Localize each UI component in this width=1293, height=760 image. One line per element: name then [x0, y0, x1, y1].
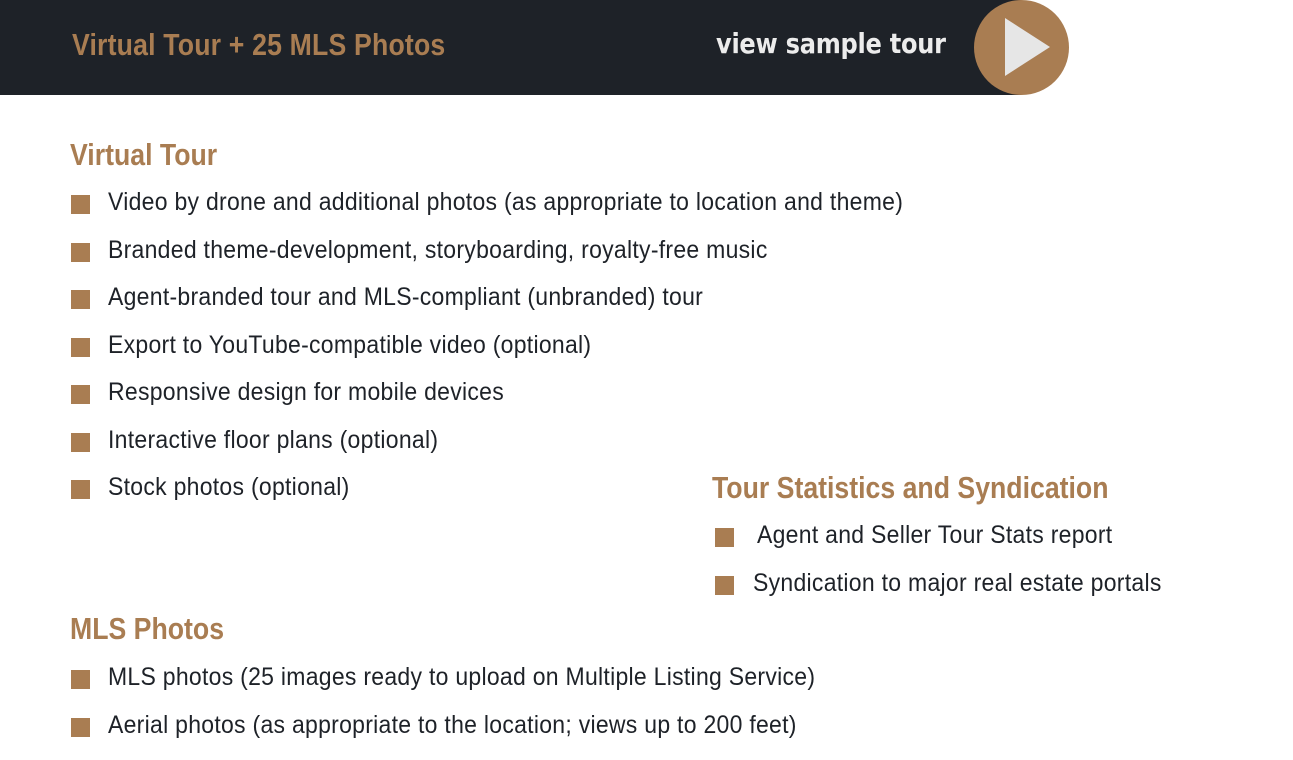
section-title-tour-statistics: Tour Statistics and Syndication: [712, 470, 1109, 505]
play-sample-tour-button[interactable]: [974, 0, 1069, 95]
section-title-virtual-tour: Virtual Tour: [70, 137, 218, 172]
square-bullet-icon: [71, 717, 90, 737]
square-bullet-icon: [71, 290, 90, 309]
section-title-mls-photos: MLS Photos: [70, 611, 225, 646]
play-icon: [1005, 18, 1050, 76]
square-bullet-icon: [715, 528, 734, 547]
square-bullet-icon: [71, 432, 90, 452]
square-bullet-icon: [71, 670, 90, 689]
square-bullet-icon: [71, 195, 90, 214]
square-bullet-icon: [71, 480, 90, 499]
square-bullet-icon: [715, 575, 734, 595]
package-title: Virtual Tour + 25 MLS Photos: [72, 27, 446, 62]
square-bullet-icon: [71, 385, 90, 404]
square-bullet-icon: [71, 337, 90, 357]
view-sample-tour-link[interactable]: view sample tour: [716, 27, 946, 60]
square-bullet-icon: [71, 242, 90, 262]
header-bar: Virtual Tour + 25 MLS Photos view sample…: [0, 0, 1022, 95]
